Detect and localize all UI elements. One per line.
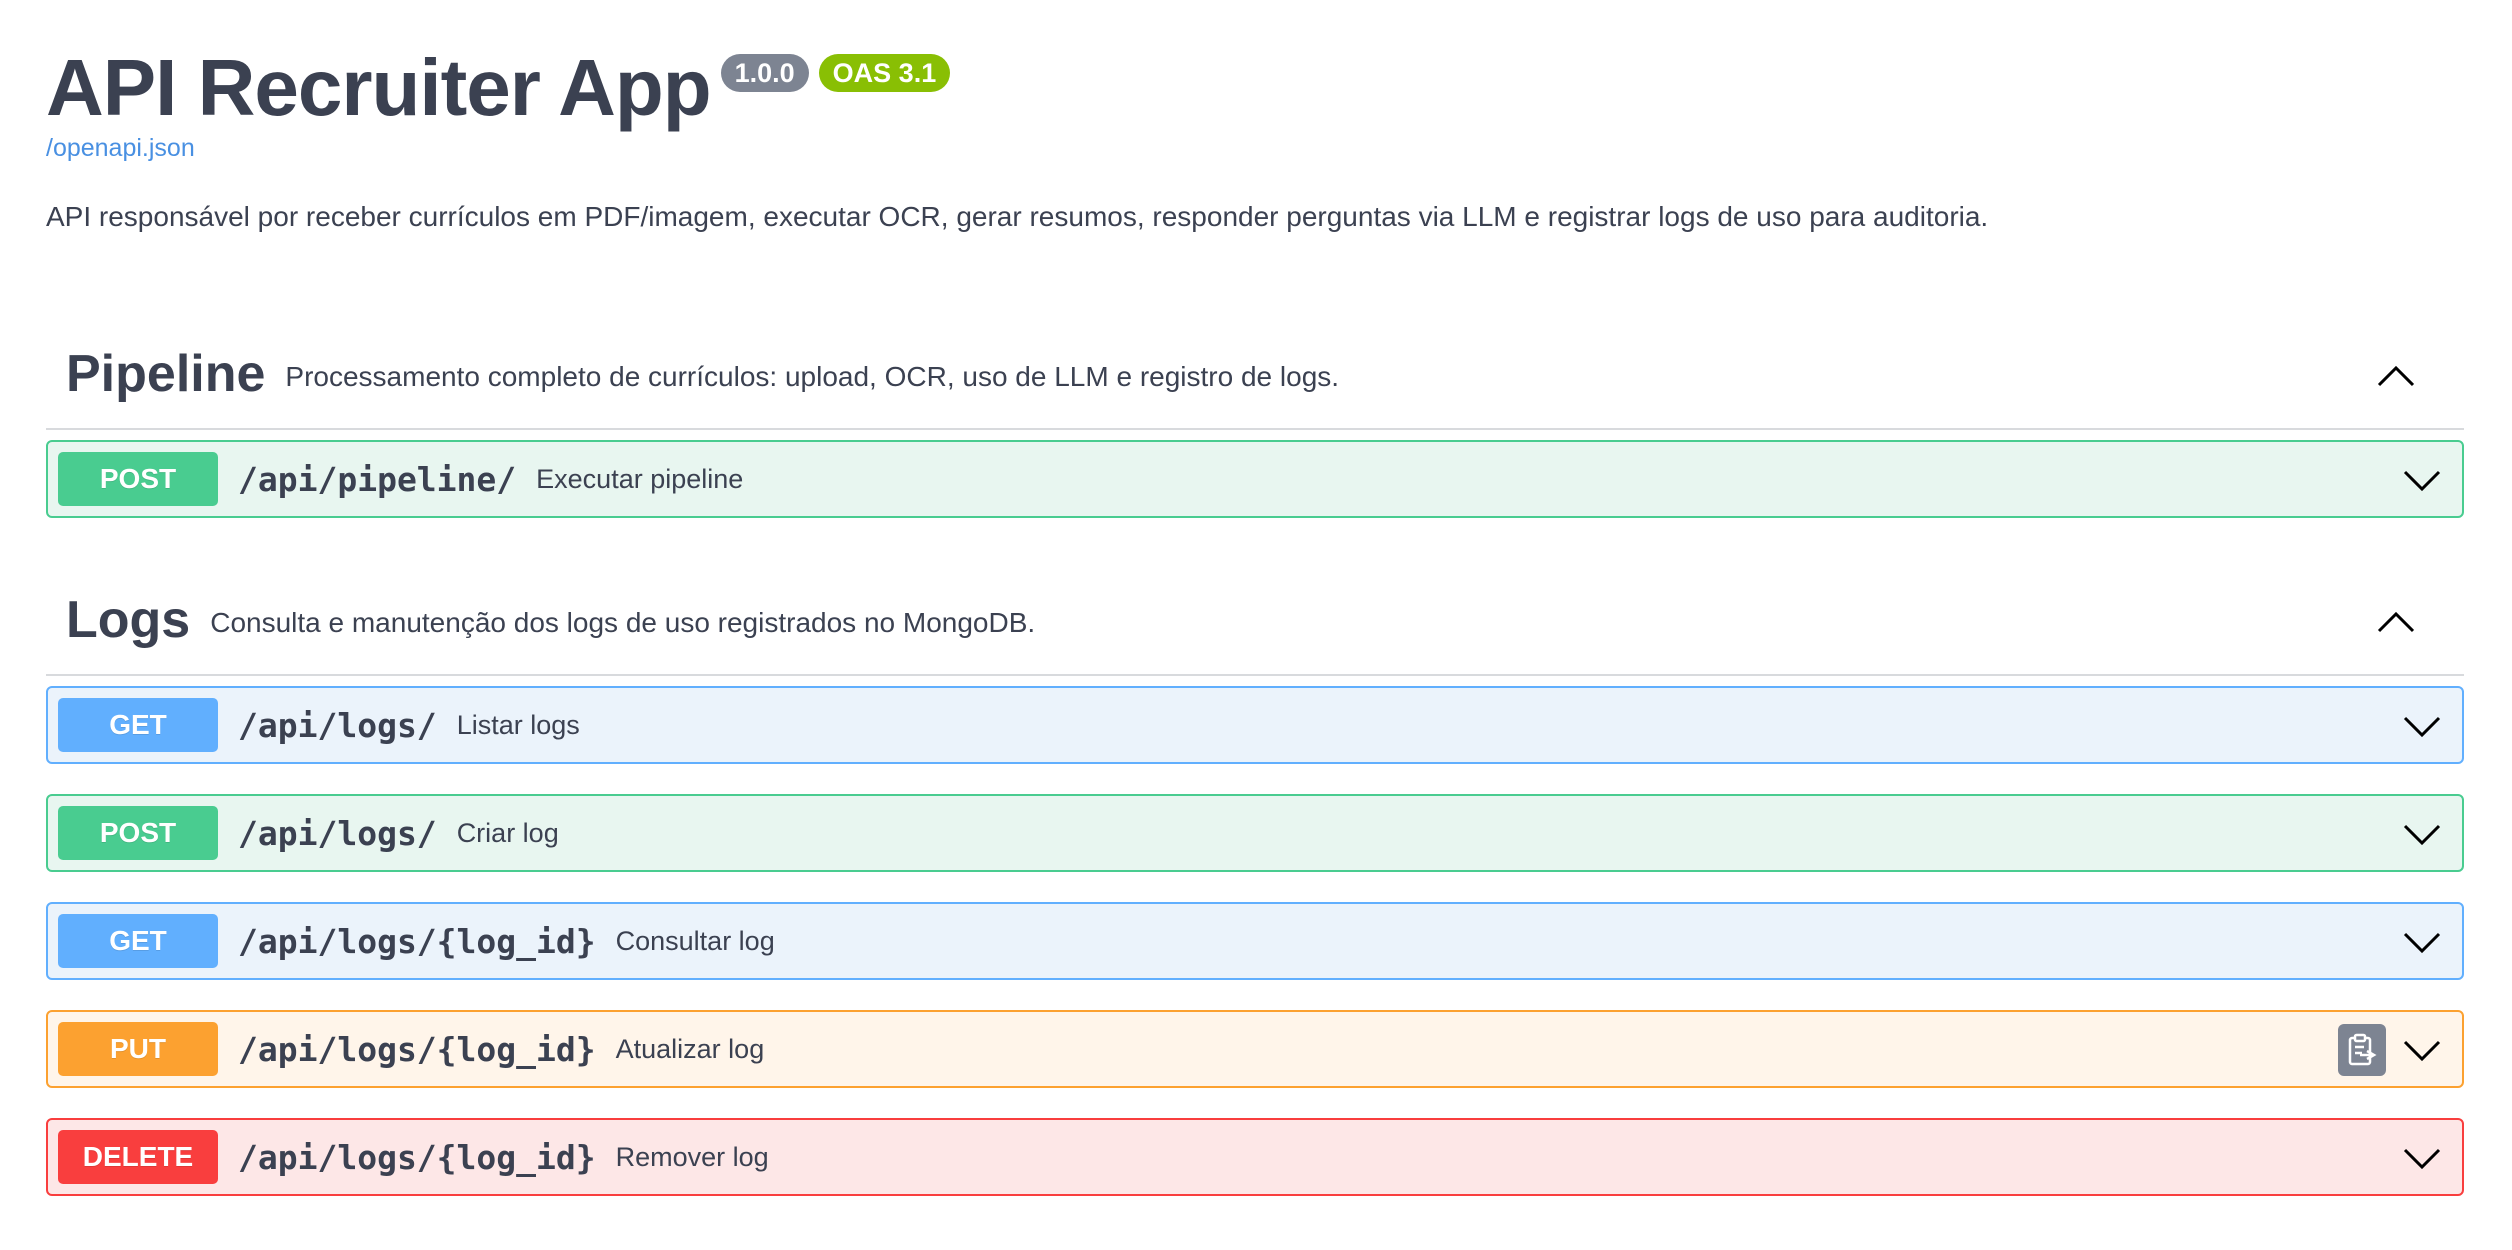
operation-path: /api/logs/{log_id} — [238, 921, 596, 961]
chevron-up-icon[interactable] — [2376, 610, 2416, 634]
operation-summary: Atualizar log — [615, 1033, 765, 1064]
method-badge: GET — [58, 698, 218, 752]
section-title: Logs — [66, 591, 191, 649]
operation-summary: Criar log — [456, 817, 559, 848]
section-title: Pipeline — [66, 345, 266, 403]
method-badge: DELETE — [58, 1130, 218, 1184]
method-badge: GET — [58, 914, 218, 968]
section-pipeline: Pipeline Processamento completo de currí… — [46, 320, 2464, 518]
operation-post-logs[interactable]: POST /api/logs/ Criar log — [46, 794, 2464, 872]
operation-post-pipeline[interactable]: POST /api/pipeline/ Executar pipeline — [46, 440, 2464, 518]
method-badge: POST — [58, 452, 218, 506]
operation-get-log-by-id[interactable]: GET /api/logs/{log_id} Consultar log — [46, 902, 2464, 980]
chevron-down-icon[interactable] — [2402, 1036, 2442, 1064]
chevron-down-icon[interactable] — [2402, 820, 2442, 848]
title-row: API Recruiter App 1.0.0 OAS 3.1 — [46, 44, 2466, 132]
section-header-pipeline[interactable]: Pipeline Processamento completo de currí… — [46, 320, 2464, 430]
openapi-json-link[interactable]: /openapi.json — [46, 134, 195, 163]
api-title: API Recruiter App — [46, 43, 712, 132]
operation-summary: Consultar log — [615, 925, 775, 956]
operation-summary: Executar pipeline — [536, 463, 744, 494]
operation-get-logs[interactable]: GET /api/logs/ Listar logs — [46, 686, 2464, 764]
chevron-down-icon[interactable] — [2402, 712, 2442, 740]
operation-summary: Remover log — [615, 1141, 769, 1172]
chevron-down-icon[interactable] — [2402, 1144, 2442, 1172]
section-header-logs[interactable]: Logs Consulta e manutenção dos logs de u… — [46, 566, 2464, 676]
operation-path: /api/pipeline/ — [238, 459, 517, 499]
operation-path: /api/logs/ — [238, 705, 437, 745]
section-description: Consulta e manutenção dos logs de uso re… — [210, 607, 1036, 638]
chevron-up-icon[interactable] — [2376, 364, 2416, 388]
operation-path: /api/logs/{log_id} — [238, 1029, 596, 1069]
section-description: Processamento completo de currículos: up… — [285, 361, 1340, 392]
chevron-down-icon[interactable] — [2402, 466, 2442, 494]
chevron-down-icon[interactable] — [2402, 928, 2442, 956]
oas-badge: OAS 3.1 — [818, 54, 951, 92]
operation-summary: Listar logs — [456, 709, 580, 740]
copy-to-clipboard-button[interactable] — [2338, 1024, 2386, 1076]
api-description: API responsável por receber currículos e… — [46, 201, 1989, 232]
clipboard-copy-icon — [2348, 1033, 2377, 1066]
operation-path: /api/logs/{log_id} — [238, 1137, 596, 1177]
operation-path: /api/logs/ — [238, 813, 437, 853]
method-badge: PUT — [58, 1022, 218, 1076]
api-info: API Recruiter App 1.0.0 OAS 3.1 /openapi… — [46, 44, 2466, 237]
section-logs: Logs Consulta e manutenção dos logs de u… — [46, 566, 2464, 1196]
method-badge: POST — [58, 806, 218, 860]
operation-delete-log-by-id[interactable]: DELETE /api/logs/{log_id} Remover log — [46, 1118, 2464, 1196]
version-badge: 1.0.0 — [720, 54, 809, 92]
operation-put-log-by-id[interactable]: PUT /api/logs/{log_id} Atualizar log — [46, 1010, 2464, 1088]
